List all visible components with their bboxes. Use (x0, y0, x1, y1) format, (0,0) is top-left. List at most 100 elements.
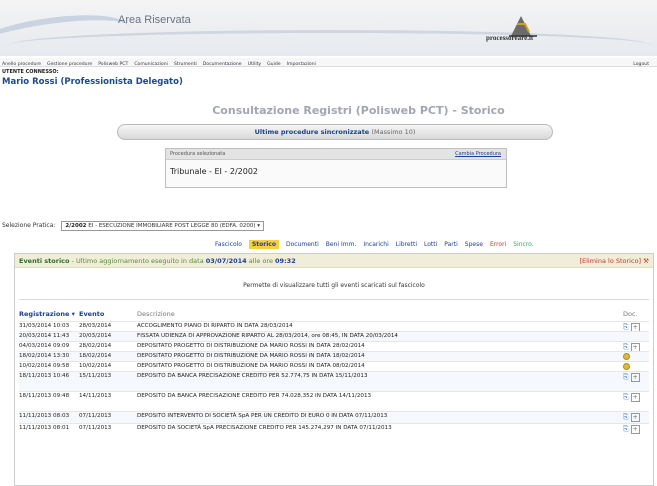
event-description: DEPOSITO INTERVENTO DI SOCIETÀ SpA PER U… (137, 413, 388, 419)
tab-lotti[interactable]: Lotti (424, 241, 437, 248)
table-row[interactable]: 18/11/2013 09:48 14/11/2013 DEPOSITO DA BA… (19, 391, 649, 411)
registration-date: 04/03/2014 09:09 (19, 343, 70, 349)
table-row[interactable]: 31/03/2014 10:03 28/03/2014 ACCOGLIMENTO P… (19, 321, 649, 332)
table-row[interactable]: 20/03/2014 11:43 20/03/2014 FISSATA UDIENZ… (19, 331, 649, 341)
pratica-code: 2/2002 (65, 223, 87, 229)
pratica-selector: Selezione Pratica: 2/2002 EI - ESECUZION… (2, 221, 265, 231)
delete-history-label[interactable]: [Elimina lo Storico] (579, 257, 641, 265)
table-row[interactable]: 11/11/2013 08:03 07/11/2013 DEPOSITO INTER… (19, 411, 649, 423)
document-icon[interactable]: ⎘ (623, 393, 629, 401)
events-header: Eventi storico - Ultimo aggiornamento es… (15, 254, 653, 268)
document-cell: ⎘ + (623, 373, 640, 382)
main-menu: Anello procedure Gestione procedure Polisw… (0, 58, 657, 67)
registration-date: 11/11/2013 08:03 (19, 413, 70, 419)
events-update-time: 09:32 (275, 257, 296, 265)
document-cell: ⎘ + (623, 393, 640, 402)
delete-history-link[interactable]: [Elimina lo Storico] ⚒ (579, 257, 649, 265)
event-date: 20/03/2014 (79, 333, 112, 339)
menu-item[interactable]: Gestione procedure (47, 62, 92, 67)
event-description: DEPOSITATO PROGETTO DI DISTRIBUZIONE DA … (137, 343, 365, 349)
tab-sincro[interactable]: Sincro. (513, 241, 533, 248)
column-doc: Doc. (623, 310, 638, 318)
events-panel: Eventi storico - Ultimo aggiornamento es… (14, 253, 654, 486)
event-description: DEPOSITATO PROGETTO DI DISTRIBUZIONE DA … (137, 363, 365, 369)
menu-item[interactable]: Comunicazioni (134, 62, 168, 67)
pratica-value: EI - ESECUZIONE IMMOBILIARE POST LEGGE 8… (88, 223, 256, 229)
table-row[interactable]: 11/11/2013 08:01 07/11/2013 DEPOSITO DA SO… (19, 423, 649, 435)
selected-procedure-label: Procedura selezionata (170, 151, 226, 157)
tab-spese[interactable]: Spese (465, 241, 483, 248)
pratica-label: Selezione Pratica: (2, 222, 56, 229)
events-update-date: 03/07/2014 (205, 257, 247, 265)
document-icon[interactable]: ⎘ (623, 413, 629, 421)
broom-icon[interactable]: ⚒ (643, 257, 649, 265)
document-cell: ⎘ + (623, 425, 640, 434)
table-row[interactable]: 18/11/2013 10:46 15/11/2013 DEPOSITO DA BA… (19, 371, 649, 391)
page-title: Consultazione Registri (Polisweb PCT) - … (212, 104, 505, 117)
registration-date: 18/11/2013 09:48 (19, 393, 70, 399)
menu-item[interactable]: Strumenti (174, 62, 197, 67)
tab-documenti[interactable]: Documenti (286, 241, 319, 248)
recent-procedures-suffix: (Massimo 10) (371, 128, 416, 136)
tab-bar: Fascicolo Storico Documenti Beni Imm. Incari… (215, 240, 541, 252)
menu-item[interactable]: Documentazione (203, 62, 242, 67)
event-description: DEPOSITO DA SOCIETÀ SpA PRECISAZIONE CRE… (137, 425, 392, 431)
menu-item[interactable]: Anello procedure (2, 62, 41, 67)
expand-icon[interactable]: + (630, 425, 640, 434)
pratica-select[interactable]: 2/2002 EI - ESECUZIONE IMMOBILIARE POST … (61, 221, 265, 231)
event-date: 28/02/2014 (79, 343, 112, 349)
user-label: UTENTE CONNESSO: (2, 69, 59, 75)
event-date: 18/02/2014 (79, 353, 112, 359)
events-update-at: alle ore (248, 257, 273, 265)
expand-icon[interactable]: + (630, 373, 640, 382)
event-date: 07/11/2013 (79, 425, 112, 431)
coin-icon[interactable] (623, 353, 630, 360)
coin-icon[interactable] (623, 363, 630, 370)
tab-beni-imm[interactable]: Beni Imm. (326, 241, 357, 248)
document-icon[interactable]: ⎘ (623, 425, 629, 433)
event-description: DEPOSITO DA BANCA PRECISAZIONE CREDITO P… (137, 393, 372, 399)
selected-procedure-value: Tribunale - EI - 2/2002 (170, 167, 258, 176)
expand-icon[interactable]: + (630, 413, 640, 422)
event-date: 14/11/2013 (79, 393, 112, 399)
document-icon[interactable]: ⎘ (623, 343, 629, 351)
area-title: Area Riservata (118, 14, 191, 26)
app-header: Area Riservata processoreare.it (0, 0, 657, 56)
event-description: DEPOSITATO PROGETTO DI DISTRIBUZIONE DA … (137, 353, 365, 359)
events-note: Permette di visualizzare tutti gli event… (243, 282, 425, 289)
event-date: 28/03/2014 (79, 323, 112, 329)
menu-item[interactable]: Utility (248, 62, 262, 67)
logo-text: processoreare.it (486, 34, 534, 42)
event-date: 07/11/2013 (79, 413, 112, 419)
column-evento[interactable]: Evento (79, 310, 104, 320)
expand-icon[interactable]: + (630, 393, 640, 402)
events-title: Eventi storico (19, 257, 70, 265)
logout-label[interactable]: Logout (633, 62, 649, 67)
registration-date: 11/11/2013 08:01 (19, 425, 70, 431)
tab-parti[interactable]: Parti (444, 241, 458, 248)
column-registrazione[interactable]: Registrazione ▾ (19, 310, 75, 320)
tab-fascicolo[interactable]: Fascicolo (215, 241, 242, 248)
registration-date: 10/02/2014 09:58 (19, 363, 70, 369)
recent-procedures-button[interactable]: Ultime procedure sincronizzate (Massimo … (117, 124, 553, 140)
document-icon[interactable]: ⎘ (623, 373, 629, 381)
event-description: FISSATA UDIENZA DI APPROVAZIONE RIPARTO … (137, 333, 398, 339)
logout-link[interactable]: Logout (633, 58, 655, 67)
menu-item[interactable]: Impostazioni (287, 62, 316, 67)
table-row[interactable]: 18/02/2014 13:30 18/02/2014 DEPOSITATO PRO… (19, 351, 649, 361)
tab-storico[interactable]: Storico (248, 240, 279, 249)
menu-items: Anello procedure Gestione procedure Polisw… (2, 58, 322, 67)
table-row[interactable]: 04/03/2014 09:09 28/02/2014 DEPOSITATO PRO… (19, 341, 649, 352)
tab-errori[interactable]: Errori (490, 241, 506, 248)
event-description: ACCOGLIMENTO PIANO DI RIPARTO IN DATA 28… (137, 323, 293, 329)
document-icon[interactable]: ⎘ (623, 323, 629, 331)
change-procedure-link[interactable]: Cambia Procedura (455, 151, 501, 157)
menu-item[interactable]: Polisweb PCT (98, 62, 128, 67)
registration-date: 31/03/2014 10:03 (19, 323, 70, 329)
table-row[interactable]: 10/02/2014 09:58 10/02/2014 DEPOSITATO PRO… (19, 361, 649, 371)
tab-incarichi[interactable]: Incarichi (363, 241, 388, 248)
registration-date: 18/11/2013 10:46 (19, 373, 70, 379)
recent-procedures-label: Ultime procedure sincronizzate (254, 128, 370, 136)
tab-libretti[interactable]: Libretti (396, 241, 417, 248)
menu-item[interactable]: Guide (267, 62, 281, 67)
